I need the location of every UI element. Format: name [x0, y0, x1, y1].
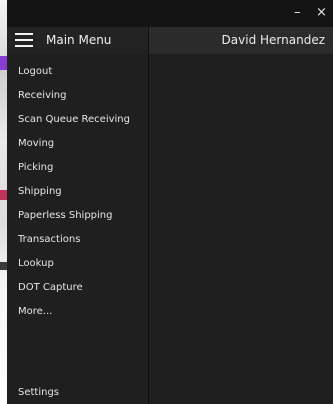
- menu-item-picking[interactable]: Picking: [7, 156, 148, 180]
- menu-header: Main Menu: [7, 27, 148, 54]
- menu-item-settings[interactable]: Settings: [18, 385, 59, 401]
- edge-accent-mark: [0, 190, 7, 200]
- user-name[interactable]: David Hernandez: [222, 27, 325, 54]
- hamburger-icon[interactable]: [15, 33, 33, 47]
- app-window: – × er David Hernandez Main Menu Logout …: [7, 0, 333, 404]
- menu-list: Logout Receiving Scan Queue Receiving Mo…: [7, 60, 148, 324]
- menu-item-paperless-shipping[interactable]: Paperless Shipping: [7, 204, 148, 228]
- menu-item-logout[interactable]: Logout: [7, 60, 148, 84]
- menu-item-more[interactable]: More...: [7, 300, 148, 324]
- menu-item-shipping[interactable]: Shipping: [7, 180, 148, 204]
- minimize-button[interactable]: –: [294, 4, 301, 22]
- menu-item-lookup[interactable]: Lookup: [7, 252, 148, 276]
- title-bar: – ×: [7, 0, 333, 27]
- menu-item-transactions[interactable]: Transactions: [7, 228, 148, 252]
- close-button[interactable]: ×: [316, 4, 327, 22]
- menu-item-dot-capture[interactable]: DOT Capture: [7, 276, 148, 300]
- menu-item-receiving[interactable]: Receiving: [7, 84, 148, 108]
- background-window-edge: [0, 0, 7, 404]
- edge-accent-mark: [0, 56, 7, 70]
- edge-accent-mark: [0, 262, 7, 270]
- menu-item-scan-queue-receiving[interactable]: Scan Queue Receiving: [7, 108, 148, 132]
- menu-title: Main Menu: [46, 33, 112, 47]
- menu-item-moving[interactable]: Moving: [7, 132, 148, 156]
- main-menu-panel: Main Menu Logout Receiving Scan Queue Re…: [7, 27, 149, 404]
